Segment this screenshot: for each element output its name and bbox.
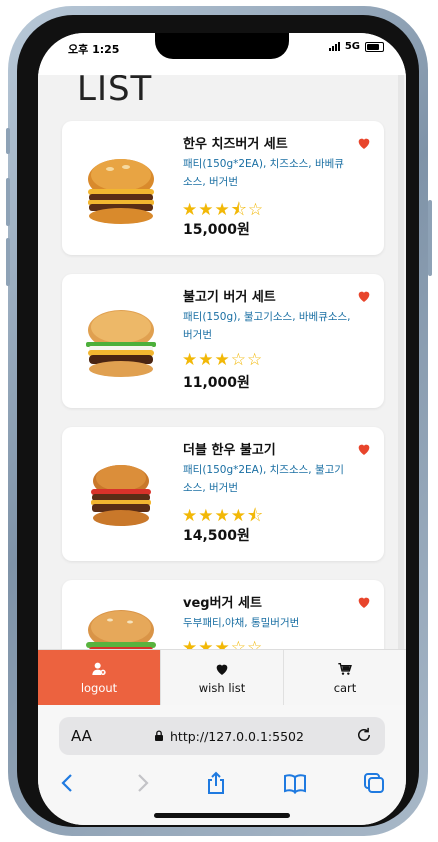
product-description: 패티(150g), 불고기소스, 바베큐소스, 버거번 — [183, 311, 351, 341]
signal-icon — [328, 42, 340, 51]
product-price: 11,000원 — [183, 375, 250, 391]
product-description: 패티(150g*2EA), 치즈소스, 바베큐소스, 버거번 — [183, 158, 344, 188]
lock-icon — [155, 730, 163, 741]
home-indicator[interactable] — [154, 813, 290, 818]
heart-icon[interactable] — [356, 441, 372, 457]
product-price: 15,000원 — [183, 222, 250, 238]
status-bar: 오후 1:25 5G — [38, 33, 406, 75]
burger-image — [88, 159, 154, 224]
product-description: 패티(150g*2EA), 치즈소스, 불고기소스, 버거번 — [183, 464, 344, 494]
logout-button[interactable]: logout — [38, 650, 161, 706]
cart-button[interactable]: cart — [284, 650, 406, 706]
page-title: LIST — [77, 75, 153, 109]
wish-list-button[interactable]: wish list — [161, 650, 284, 706]
share-icon[interactable] — [204, 771, 228, 795]
status-time: 오후 1:25 — [68, 43, 120, 56]
burger-image — [86, 610, 156, 649]
volume-down-button — [6, 238, 10, 286]
heart-icon — [216, 664, 228, 675]
product-card[interactable]: veg버거 세트 두부패티,야채, 통밀버거번 ★★★☆☆ — [62, 580, 384, 649]
mute-switch — [6, 128, 10, 154]
phone-screen: 오후 1:25 5G LIST 한우 치즈버거 세트 패티(150g*2EA),… — [38, 33, 406, 825]
heart-icon[interactable] — [356, 288, 372, 304]
product-card[interactable]: 더블 한우 불고기 패티(150g*2EA), 치즈소스, 불고기소스, 버거번… — [62, 427, 384, 561]
power-button — [428, 200, 432, 276]
text-size-button[interactable]: AA — [71, 727, 92, 745]
network-type: 5G — [344, 41, 360, 52]
user-logout-icon — [92, 662, 106, 675]
burger-image — [86, 310, 156, 377]
logout-label: logout — [80, 681, 118, 695]
product-card[interactable]: 한우 치즈버거 세트 패티(150g*2EA), 치즈소스, 바베큐소스, 버거… — [62, 121, 384, 255]
heart-icon[interactable] — [356, 135, 372, 151]
product-description: 두부패티,야채, 통밀버거번 — [183, 617, 300, 629]
product-price: 14,500원 — [183, 528, 250, 544]
address-bar[interactable]: AA http://127.0.0.1:5502 — [59, 717, 385, 755]
reload-icon[interactable] — [355, 726, 373, 744]
cart-label: cart — [333, 681, 357, 695]
bookmarks-icon[interactable] — [283, 771, 307, 795]
product-card[interactable]: 불고기 버거 세트 패티(150g), 불고기소스, 바베큐소스, 버거번 ★★… — [62, 274, 384, 408]
bottom-tab-bar: logout wish list cart — [38, 649, 406, 706]
tabs-icon[interactable] — [362, 771, 386, 795]
text-size-label: AA — [71, 727, 92, 745]
notch — [155, 33, 289, 59]
browser-toolbar: AA http://127.0.0.1:5502 — [38, 705, 406, 825]
back-icon[interactable] — [56, 771, 80, 795]
browser-nav-row — [38, 767, 406, 797]
burger-image — [91, 465, 151, 526]
wish-list-label: wish list — [198, 681, 246, 695]
heart-icon[interactable] — [356, 594, 372, 610]
forward-icon[interactable] — [130, 771, 154, 795]
product-name[interactable]: 불고기 버거 세트 — [183, 286, 276, 305]
volume-up-button — [6, 178, 10, 226]
rating-stars: ★★★☆☆ — [182, 350, 264, 370]
rating-stars: ★★★☆☆ — [182, 638, 264, 649]
scrollbar[interactable] — [398, 75, 404, 649]
status-right: 5G — [328, 41, 384, 52]
cart-icon — [338, 663, 352, 675]
product-name[interactable]: 한우 치즈버거 세트 — [183, 133, 288, 152]
page-content[interactable]: LIST 한우 치즈버거 세트 패티(150g*2EA), 치즈소스, 바베큐소… — [38, 75, 406, 649]
url-text[interactable]: http://127.0.0.1:5502 — [170, 729, 304, 744]
product-name[interactable]: 더블 한우 불고기 — [183, 439, 276, 458]
product-name[interactable]: veg버거 세트 — [183, 592, 262, 611]
battery-icon — [365, 41, 384, 52]
